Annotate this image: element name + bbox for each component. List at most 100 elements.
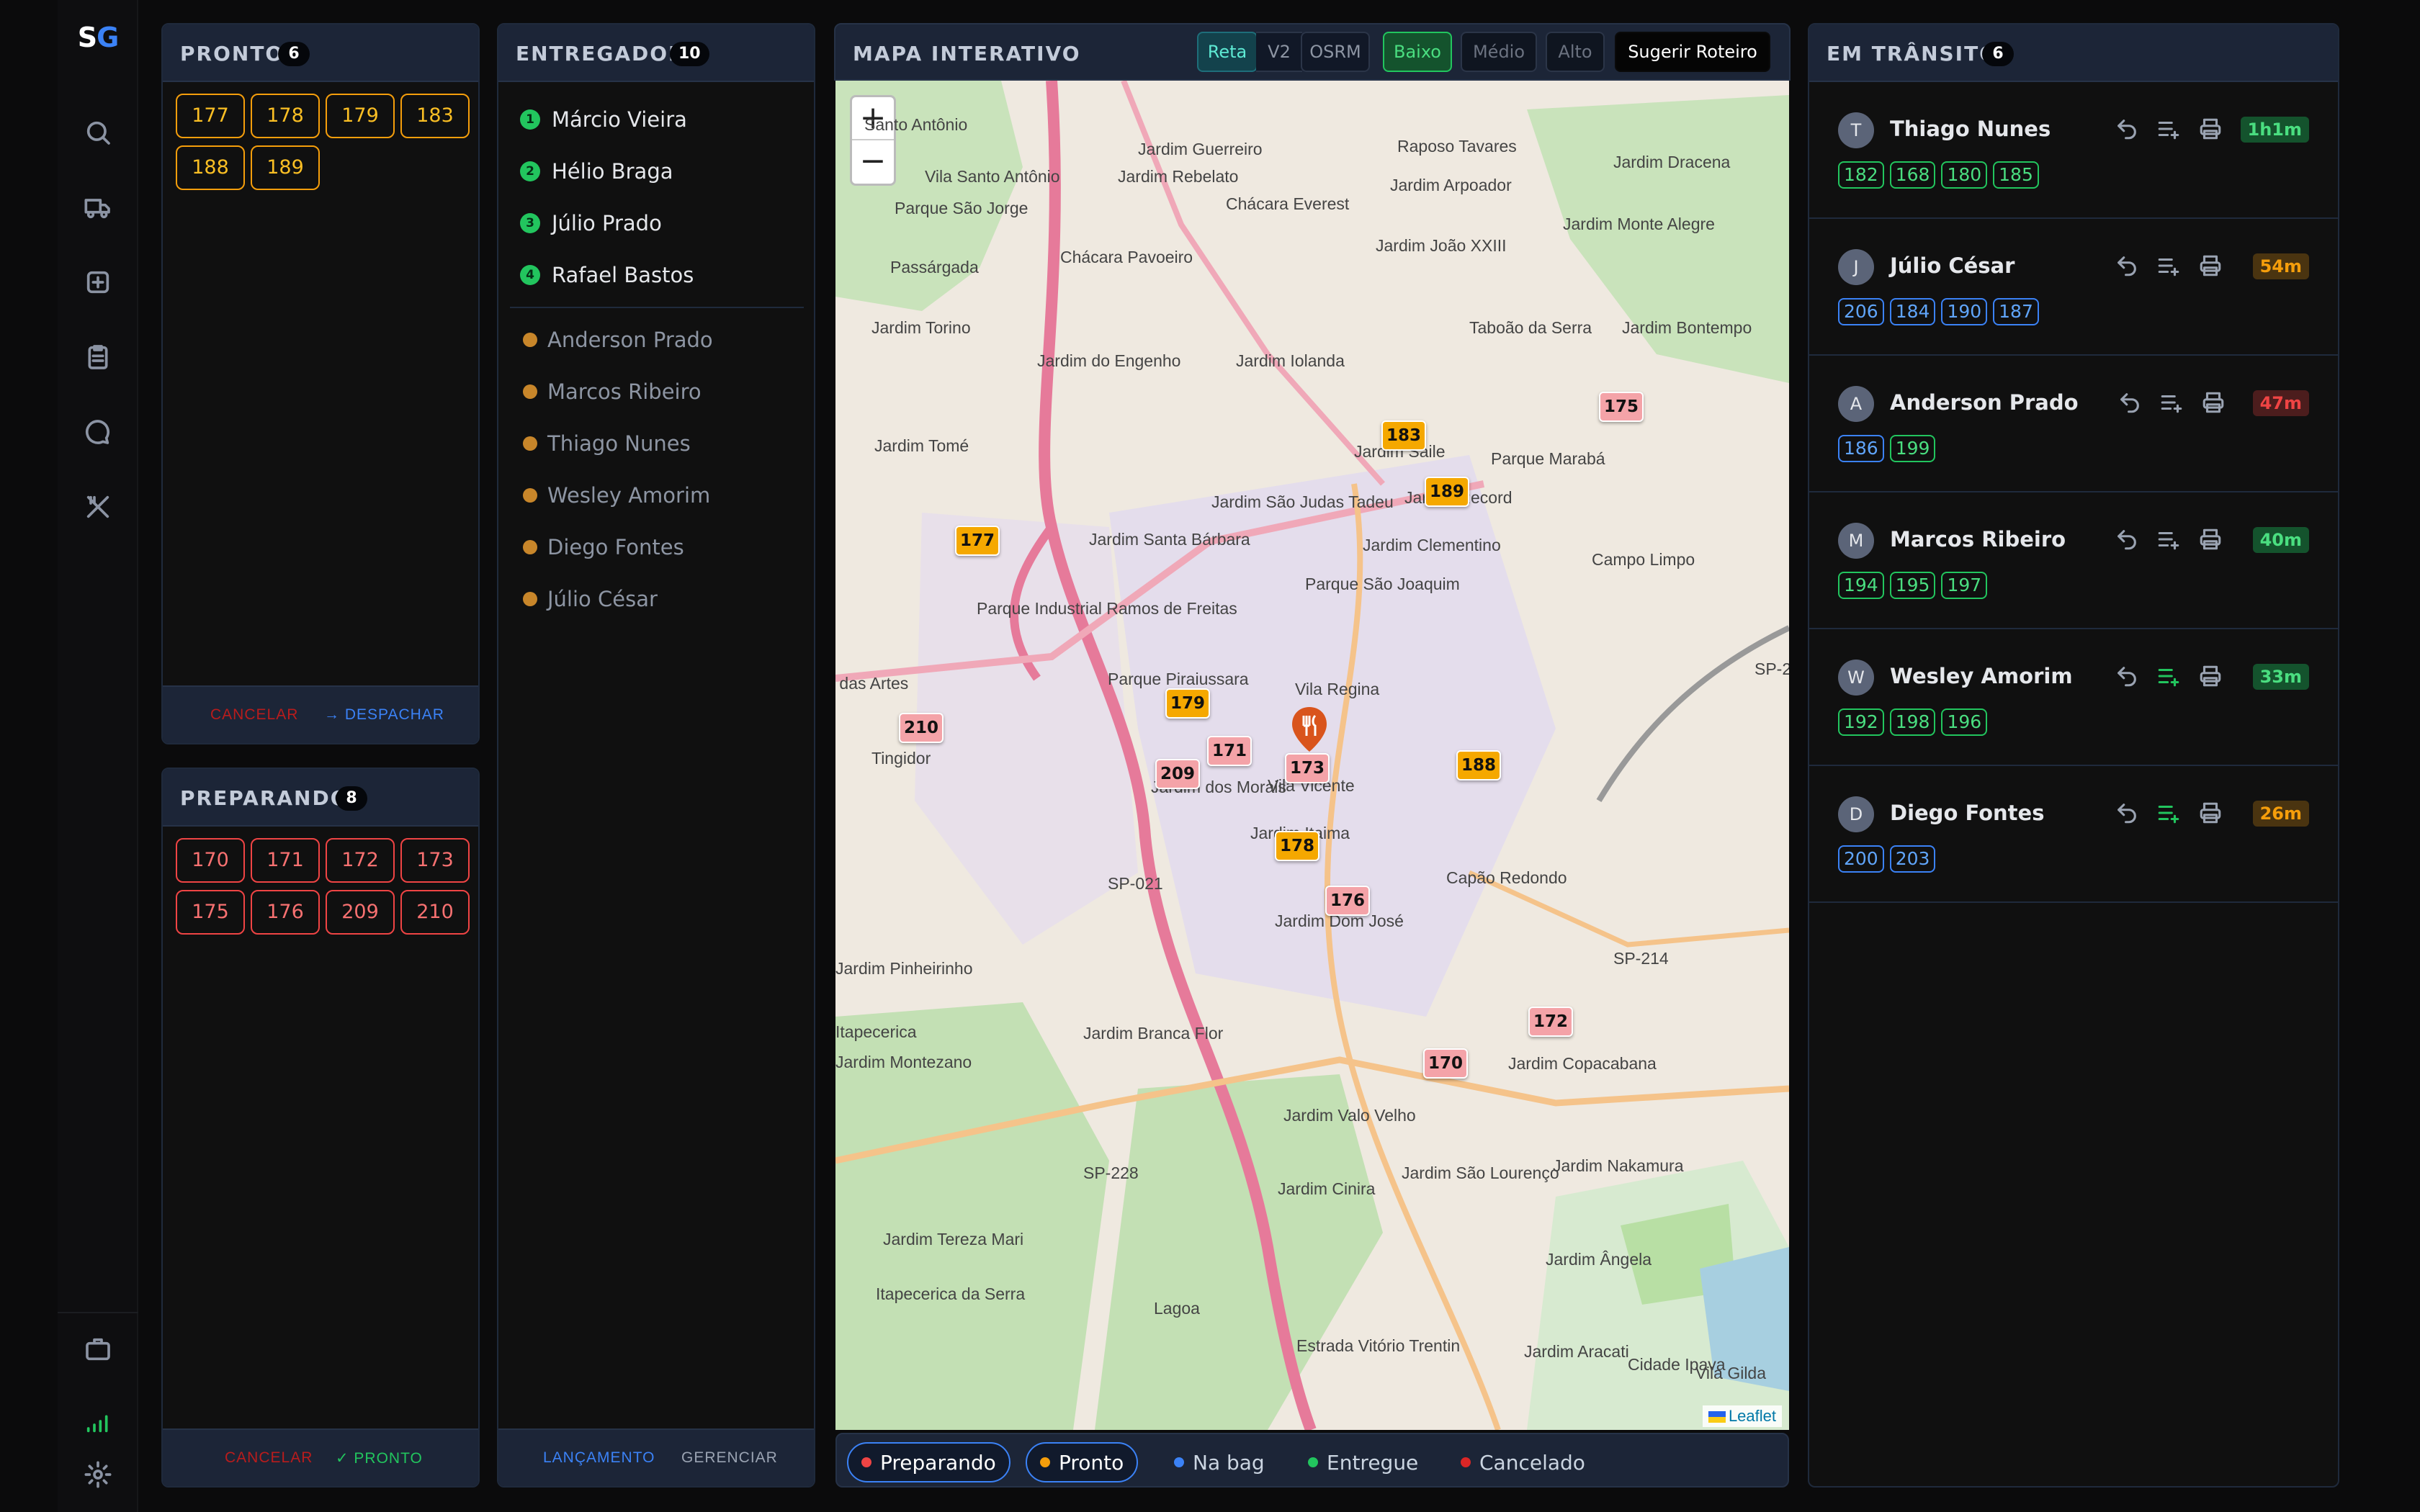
order-chip[interactable]: 188 <box>176 145 245 190</box>
driver-item[interactable]: Júlio César <box>520 585 658 613</box>
cancel-button[interactable]: CANCELAR <box>225 1449 313 1467</box>
map-attribution[interactable]: Leaflet <box>1702 1405 1782 1427</box>
transit-order-chip[interactable]: 198 <box>1889 708 1936 736</box>
transit-order-chip[interactable]: 206 <box>1838 298 1884 325</box>
order-marker[interactable]: 178 <box>1275 831 1319 861</box>
mode-v2-button[interactable]: V2 <box>1256 32 1302 72</box>
order-chip[interactable]: 209 <box>326 890 395 935</box>
legend-entregue[interactable]: Entregue <box>1308 1442 1418 1482</box>
legend-pronto[interactable]: Pronto <box>1026 1442 1139 1482</box>
order-marker[interactable]: 177 <box>955 526 1000 556</box>
undo-icon[interactable] <box>2115 117 2156 144</box>
order-chip[interactable]: 210 <box>400 890 470 935</box>
driver-item[interactable]: 4 Rafael Bastos <box>520 261 694 289</box>
order-chip[interactable]: 183 <box>400 94 470 138</box>
driver-item[interactable]: Thiago Nunes <box>520 429 691 458</box>
launch-button[interactable]: LANÇAMENTO <box>543 1449 655 1467</box>
transit-row[interactable]: J Júlio César 54m 206 184 190 187 <box>1809 219 2338 356</box>
mark-ready-button[interactable]: ✓ PRONTO <box>336 1449 423 1467</box>
list-add-icon[interactable] <box>2156 664 2198 691</box>
attribution-link[interactable]: Leaflet <box>1729 1407 1776 1425</box>
add-square-icon[interactable] <box>82 266 114 298</box>
order-chip[interactable]: 171 <box>251 838 320 883</box>
chat-icon[interactable] <box>82 416 114 448</box>
driver-item[interactable]: Marcos Ribeiro <box>520 377 702 406</box>
printer-icon[interactable] <box>2201 390 2243 418</box>
zoom-out-button[interactable]: − <box>852 140 894 184</box>
level-medium-button[interactable]: Médio <box>1461 32 1537 72</box>
transit-order-chip[interactable]: 168 <box>1889 161 1936 189</box>
printer-icon[interactable] <box>2198 527 2240 554</box>
suggest-route-button[interactable]: Sugerir Roteiro <box>1615 32 1770 72</box>
order-chip[interactable]: 172 <box>326 838 395 883</box>
briefcase-icon[interactable] <box>82 1333 114 1365</box>
transit-row[interactable]: W Wesley Amorim 33m 192 198 196 <box>1809 629 2338 766</box>
undo-icon[interactable] <box>2118 390 2159 418</box>
undo-icon[interactable] <box>2115 801 2156 828</box>
undo-icon[interactable] <box>2115 527 2156 554</box>
driver-item[interactable]: Anderson Prado <box>520 325 713 354</box>
printer-icon[interactable] <box>2198 664 2240 691</box>
legend-preparando[interactable]: Preparando <box>847 1442 1010 1482</box>
order-chip[interactable]: 170 <box>176 838 245 883</box>
order-chip[interactable]: 175 <box>176 890 245 935</box>
order-chip[interactable]: 176 <box>251 890 320 935</box>
transit-order-chip[interactable]: 182 <box>1838 161 1884 189</box>
order-chip[interactable]: 173 <box>400 838 470 883</box>
dispatch-button[interactable]: → DESPACHAR <box>324 706 444 724</box>
transit-row[interactable]: T Thiago Nunes 1h1m 182 168 180 185 <box>1809 82 2338 219</box>
order-chip[interactable]: 179 <box>326 94 395 138</box>
utensils-icon[interactable] <box>82 491 114 523</box>
manage-button[interactable]: GERENCIAR <box>681 1449 778 1467</box>
transit-order-chip[interactable]: 186 <box>1838 435 1884 462</box>
undo-icon[interactable] <box>2115 253 2156 281</box>
driver-item[interactable]: 2 Hélio Braga <box>520 157 673 186</box>
transit-order-chip[interactable]: 200 <box>1838 845 1884 873</box>
order-marker[interactable]: 172 <box>1528 1007 1573 1037</box>
transit-order-chip[interactable]: 187 <box>1993 298 2039 325</box>
driver-item[interactable]: 1 Márcio Vieira <box>520 105 687 134</box>
order-marker[interactable]: 175 <box>1599 392 1644 422</box>
clipboard-icon[interactable] <box>82 341 114 373</box>
list-add-icon[interactable] <box>2156 253 2198 281</box>
driver-item[interactable]: 3 Júlio Prado <box>520 209 662 238</box>
transit-order-chip[interactable]: 203 <box>1889 845 1936 873</box>
transit-order-chip[interactable]: 199 <box>1889 435 1936 462</box>
order-marker[interactable]: 173 <box>1285 753 1330 783</box>
order-marker[interactable]: 188 <box>1456 750 1501 780</box>
transit-order-chip[interactable]: 196 <box>1941 708 1988 736</box>
order-marker[interactable]: 210 <box>899 713 944 743</box>
order-chip[interactable]: 178 <box>251 94 320 138</box>
settings-icon[interactable] <box>82 1459 114 1490</box>
transit-order-chip[interactable]: 185 <box>1993 161 2039 189</box>
transit-order-chip[interactable]: 195 <box>1889 572 1936 599</box>
mode-osrm-button[interactable]: OSRM <box>1301 32 1370 72</box>
legend-na-bag[interactable]: Na bag <box>1174 1442 1265 1482</box>
transit-order-chip[interactable]: 194 <box>1838 572 1884 599</box>
driver-item[interactable]: Diego Fontes <box>520 533 684 562</box>
transit-order-chip[interactable]: 197 <box>1941 572 1988 599</box>
level-low-button[interactable]: Baixo <box>1383 32 1452 72</box>
app-logo[interactable]: SG <box>58 22 138 53</box>
search-icon[interactable] <box>82 117 114 148</box>
driver-item[interactable]: Wesley Amorim <box>520 481 710 510</box>
mode-reta-button[interactable]: Reta <box>1197 32 1258 72</box>
order-marker[interactable]: 183 <box>1381 420 1426 451</box>
order-marker[interactable]: 171 <box>1207 736 1252 766</box>
transit-order-chip[interactable]: 192 <box>1838 708 1884 736</box>
transit-order-chip[interactable]: 180 <box>1941 161 1988 189</box>
list-add-icon[interactable] <box>2156 801 2198 828</box>
printer-icon[interactable] <box>2198 801 2240 828</box>
cancel-button[interactable]: CANCELAR <box>210 706 298 724</box>
transit-row[interactable]: A Anderson Prado 47m 186 199 <box>1809 356 2338 492</box>
order-chip[interactable]: 177 <box>176 94 245 138</box>
level-high-button[interactable]: Alto <box>1546 32 1605 72</box>
transit-order-chip[interactable]: 184 <box>1889 298 1936 325</box>
truck-icon[interactable] <box>82 192 114 223</box>
list-add-icon[interactable] <box>2156 117 2198 144</box>
order-marker[interactable]: 179 <box>1165 688 1210 719</box>
transit-order-chip[interactable]: 190 <box>1941 298 1988 325</box>
printer-icon[interactable] <box>2198 253 2240 281</box>
order-marker[interactable]: 209 <box>1155 759 1200 789</box>
order-marker[interactable]: 176 <box>1325 886 1370 916</box>
